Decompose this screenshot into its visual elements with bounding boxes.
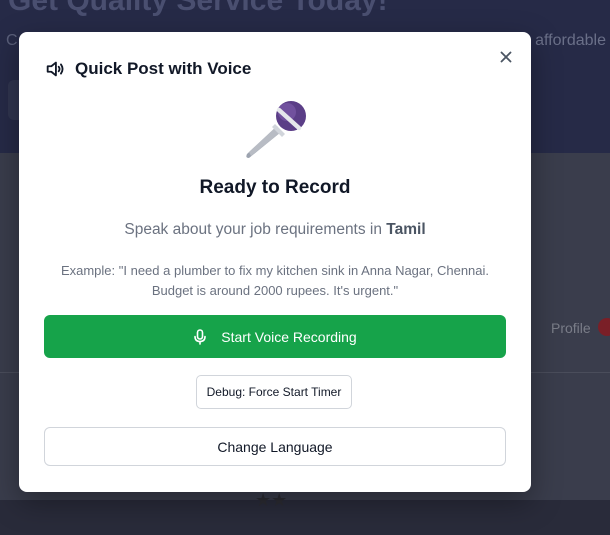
modal-header: Quick Post with Voice: [44, 58, 251, 80]
hero-headline: Get Quality Service Today!: [8, 0, 388, 17]
speaker-icon: [44, 58, 66, 80]
page-footer: [0, 500, 610, 535]
debug-force-start-button[interactable]: Debug: Force Start Timer: [196, 375, 352, 409]
change-language-button[interactable]: Change Language: [44, 427, 506, 466]
status-heading: Ready to Record: [199, 177, 351, 198]
example-text: Example: "I need a plumber to fix my kit…: [60, 263, 490, 298]
change-language-label: Change Language: [217, 438, 333, 455]
profile-link: Profile: [551, 320, 591, 336]
hero-subtitle-left: C: [6, 32, 18, 49]
start-recording-button[interactable]: Start Voice Recording: [44, 315, 506, 358]
start-recording-label: Start Voice Recording: [221, 328, 357, 345]
microphone-icon: [246, 101, 306, 158]
profile-avatar: [598, 318, 610, 336]
language-prompt: Speak about your job requirements in Tam…: [19, 221, 531, 239]
selected-language: Tamil: [386, 221, 426, 238]
modal-title: Quick Post with Voice: [75, 59, 252, 78]
hero-subtitle-right: affordable: [535, 32, 606, 49]
microphone-icon: [193, 328, 207, 345]
star-icon: ★★: [255, 490, 288, 510]
close-button[interactable]: [495, 46, 517, 68]
close-icon: [500, 51, 512, 63]
debug-button-label: Debug: Force Start Timer: [206, 385, 342, 399]
prompt-text: Speak about your job requirements in: [124, 221, 387, 238]
voice-post-modal: Quick Post with Voice Ready to Record Sp…: [19, 32, 531, 492]
